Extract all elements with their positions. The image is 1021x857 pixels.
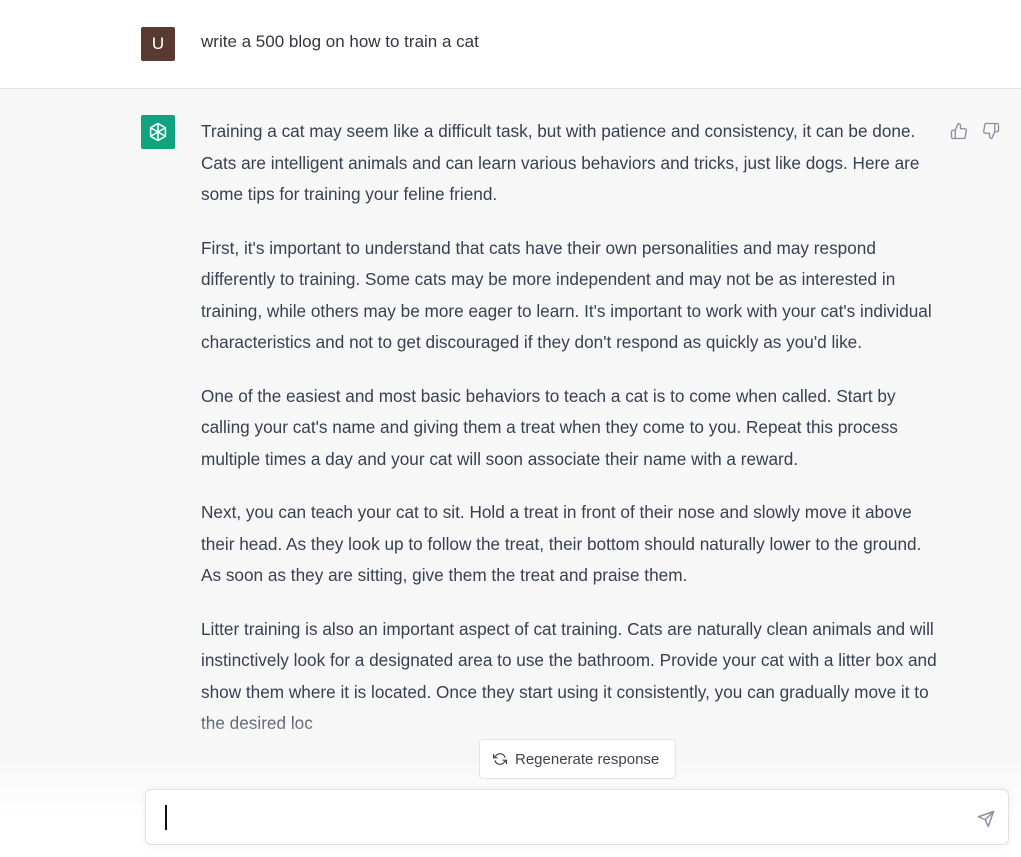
thumbs-down-icon[interactable]: [981, 121, 1001, 141]
assistant-paragraph: Litter training is also an important asp…: [201, 618, 937, 734]
refresh-icon: [493, 752, 507, 766]
user-message-text: write a 500 blog on how to train a cat: [201, 32, 479, 51]
regenerate-response-label: Regenerate response: [515, 750, 660, 768]
assistant-paragraph: One of the easiest and most basic behavi…: [201, 385, 898, 469]
message-input[interactable]: [168, 804, 948, 832]
text-caret: [165, 805, 167, 830]
assistant-paragraph: First, it's important to understand that…: [201, 237, 932, 353]
message-input-box[interactable]: [145, 789, 1009, 845]
assistant-paragraph: Next, you can teach your cat to sit. Hol…: [201, 502, 922, 585]
send-icon[interactable]: [976, 809, 996, 829]
user-avatar: U: [141, 27, 175, 61]
user-message-row: U write a 500 blog on how to train a cat: [0, 0, 1021, 89]
assistant-paragraph: Training a cat may seem like a difficult…: [201, 121, 920, 204]
regenerate-response-button[interactable]: Regenerate response: [479, 739, 676, 779]
openai-logo-icon: [141, 115, 175, 149]
thumbs-up-icon[interactable]: [949, 121, 969, 141]
assistant-message-text: Training a cat may seem like a difficult…: [201, 116, 943, 762]
